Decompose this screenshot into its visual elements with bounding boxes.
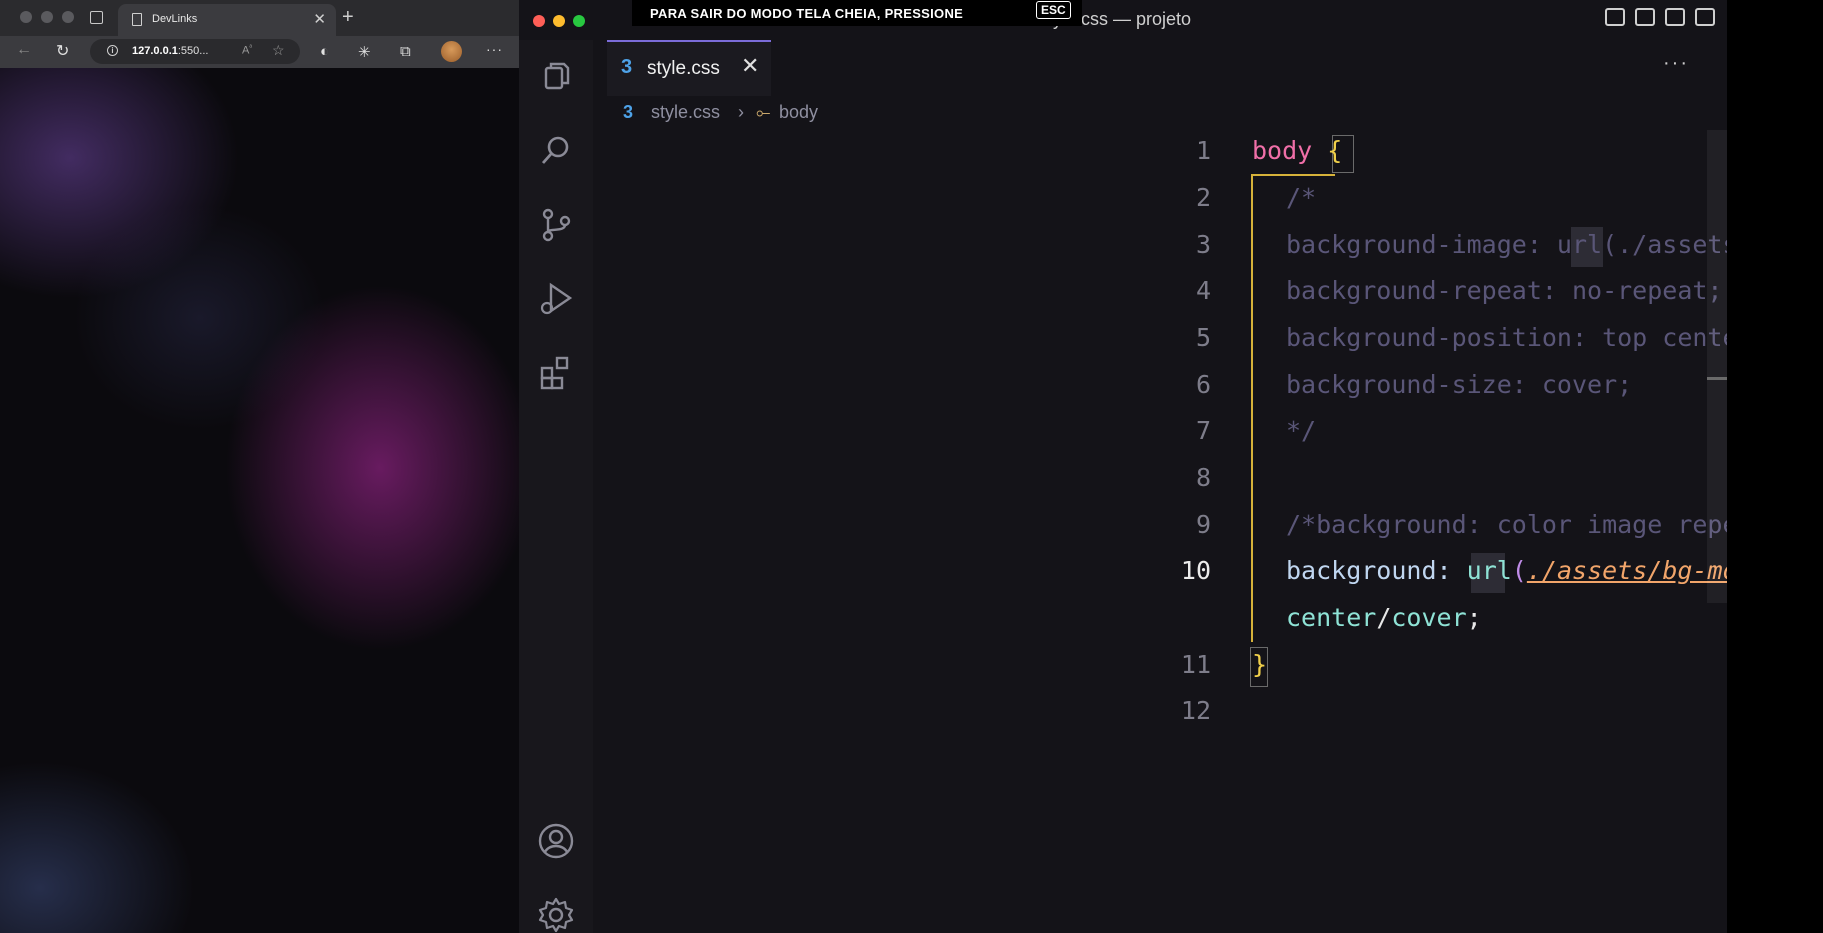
line-number: 3 [1195, 230, 1211, 259]
editor-window-controls[interactable] [533, 15, 585, 27]
line-number: 12 [1180, 696, 1211, 725]
browser-page-content [0, 68, 519, 933]
puzzle-extensions-icon[interactable]: ✳ [358, 43, 371, 61]
vertical-scrollbar[interactable] [1707, 130, 1727, 603]
semicolon: ; [1466, 603, 1482, 632]
settings-icon[interactable] [537, 896, 575, 933]
address-bar[interactable]: i 127.0.0.1:550... Aᵃ ☆ [90, 39, 300, 64]
slash: / [1376, 603, 1392, 632]
tab-style-css[interactable]: 3 style.css ✕ [607, 40, 771, 96]
editor-tabs: 3 style.css ✕ ··· [593, 40, 1727, 96]
url-path: ./assets/bg-mobile.jpg [1526, 556, 1727, 585]
read-aloud-icon[interactable]: Aᵃ [242, 44, 252, 57]
editor-titlebar: style.css — projeto PARA SAIR DO MODO TE… [519, 0, 1727, 40]
explorer-icon[interactable] [537, 58, 575, 96]
open-paren: ( [1511, 556, 1527, 585]
breadcrumb-css-icon: 3 [623, 102, 634, 122]
source-control-icon[interactable] [537, 206, 575, 244]
breadcrumb-separator-icon: › [738, 102, 744, 122]
tab-actions-icon[interactable] [90, 11, 103, 24]
open-brace: { [1327, 136, 1343, 165]
account-icon[interactable] [537, 822, 575, 860]
line-number: 8 [1195, 463, 1211, 492]
reload-icon[interactable]: ↻ [56, 41, 69, 61]
code-line-4[interactable]: background-repeat: no-repeat; [1286, 276, 1723, 305]
breadcrumb-file[interactable]: style.css [651, 102, 720, 123]
line-number: 5 [1195, 323, 1211, 352]
code-line-10[interactable]: background: url(./assets/bg-mobile.jpg) … [1286, 556, 1727, 585]
new-tab-icon[interactable]: + [342, 6, 354, 29]
close-tab-icon[interactable]: ✕ [313, 10, 326, 28]
breadcrumb-symbol-icon: ⟜ [756, 102, 771, 122]
site-info-icon[interactable]: i [107, 45, 118, 56]
fullscreen-message: PARA SAIR DO MODO TELA CHEIA, PRESSIONE [650, 6, 964, 21]
code-line-6[interactable]: background-size: cover; [1286, 370, 1632, 399]
code-line-3[interactable]: background-image: url(./assets/bg-mobile… [1286, 230, 1727, 259]
line-number: 6 [1195, 370, 1211, 399]
css-file-icon: 3 [621, 56, 633, 78]
line-number: 9 [1195, 510, 1211, 539]
line-number: 11 [1180, 650, 1211, 679]
page-icon [132, 13, 142, 26]
bracket-guide [1251, 175, 1253, 642]
esc-key: ESC [1036, 1, 1071, 19]
browser-toolbar: ← ↻ i 127.0.0.1:550... Aᵃ ☆ ◐ ✳ ⧉ ··· [0, 36, 519, 68]
search-icon[interactable] [537, 132, 575, 170]
close-tab-icon[interactable]: ✕ [741, 53, 759, 79]
code-line-7[interactable]: */ [1286, 416, 1316, 445]
line-number: 4 [1195, 276, 1211, 305]
activity-bar [519, 40, 593, 933]
position-value: center [1286, 603, 1377, 632]
customize-layout-icon[interactable] [1695, 8, 1715, 26]
extensions-icon[interactable] [537, 354, 575, 392]
collections-icon[interactable]: ⧉ [400, 43, 411, 60]
code-line-11[interactable]: } [1252, 650, 1267, 679]
breadcrumb-symbol[interactable]: body [779, 102, 818, 123]
code-line-1[interactable]: body { [1252, 136, 1342, 165]
bracket-guide-top [1251, 174, 1335, 176]
layout-controls [1605, 8, 1715, 26]
url-function: url [1466, 556, 1512, 585]
line-number-active: 10 [1180, 556, 1211, 585]
browser-more-icon[interactable]: ··· [486, 41, 503, 57]
code-line-2[interactable]: /* [1286, 183, 1316, 212]
address-url: 127.0.0.1:550... [132, 45, 209, 57]
css-selector: body [1252, 136, 1313, 165]
toggle-panel-icon[interactable] [1635, 8, 1655, 26]
browser-tab[interactable]: DevLinks ✕ [118, 4, 336, 36]
line-number: 7 [1195, 416, 1211, 445]
colon: : [1436, 556, 1452, 585]
tab-label: style.css [647, 58, 720, 79]
back-icon[interactable]: ← [16, 41, 32, 59]
browser-tab-bar: DevLinks ✕ + [0, 0, 519, 36]
code-line-10-wrap[interactable]: center/cover; [1286, 603, 1482, 632]
editor-more-actions-icon[interactable]: ··· [1663, 52, 1689, 75]
css-property: background [1286, 556, 1437, 585]
extension-icon[interactable]: ◐ [320, 43, 329, 60]
favorite-icon[interactable]: ☆ [272, 42, 285, 59]
browser-tab-title: DevLinks [152, 13, 198, 25]
screen-edge [1727, 0, 1823, 933]
fullscreen-banner: PARA SAIR DO MODO TELA CHEIA, PRESSIONE … [632, 0, 1082, 26]
run-debug-icon[interactable] [537, 280, 575, 318]
scrollbar-marker [1707, 377, 1727, 380]
code-line-5[interactable]: background-position: top center; [1286, 323, 1727, 352]
size-value: cover [1391, 603, 1467, 632]
line-number: 2 [1195, 183, 1211, 212]
line-number: 1 [1195, 136, 1211, 165]
browser-window-controls[interactable] [20, 11, 74, 23]
code-line-9[interactable]: /*background: color image repeat positio… [1286, 510, 1727, 539]
browser-window: DevLinks ✕ + ← ↻ i 127.0.0.1:550... Aᵃ ☆… [0, 0, 519, 933]
editor-window: style.css — projeto PARA SAIR DO MODO TE… [519, 0, 1727, 933]
profile-avatar[interactable] [441, 41, 462, 62]
toggle-sidebar-icon[interactable] [1605, 8, 1625, 26]
toggle-secondary-sidebar-icon[interactable] [1665, 8, 1685, 26]
